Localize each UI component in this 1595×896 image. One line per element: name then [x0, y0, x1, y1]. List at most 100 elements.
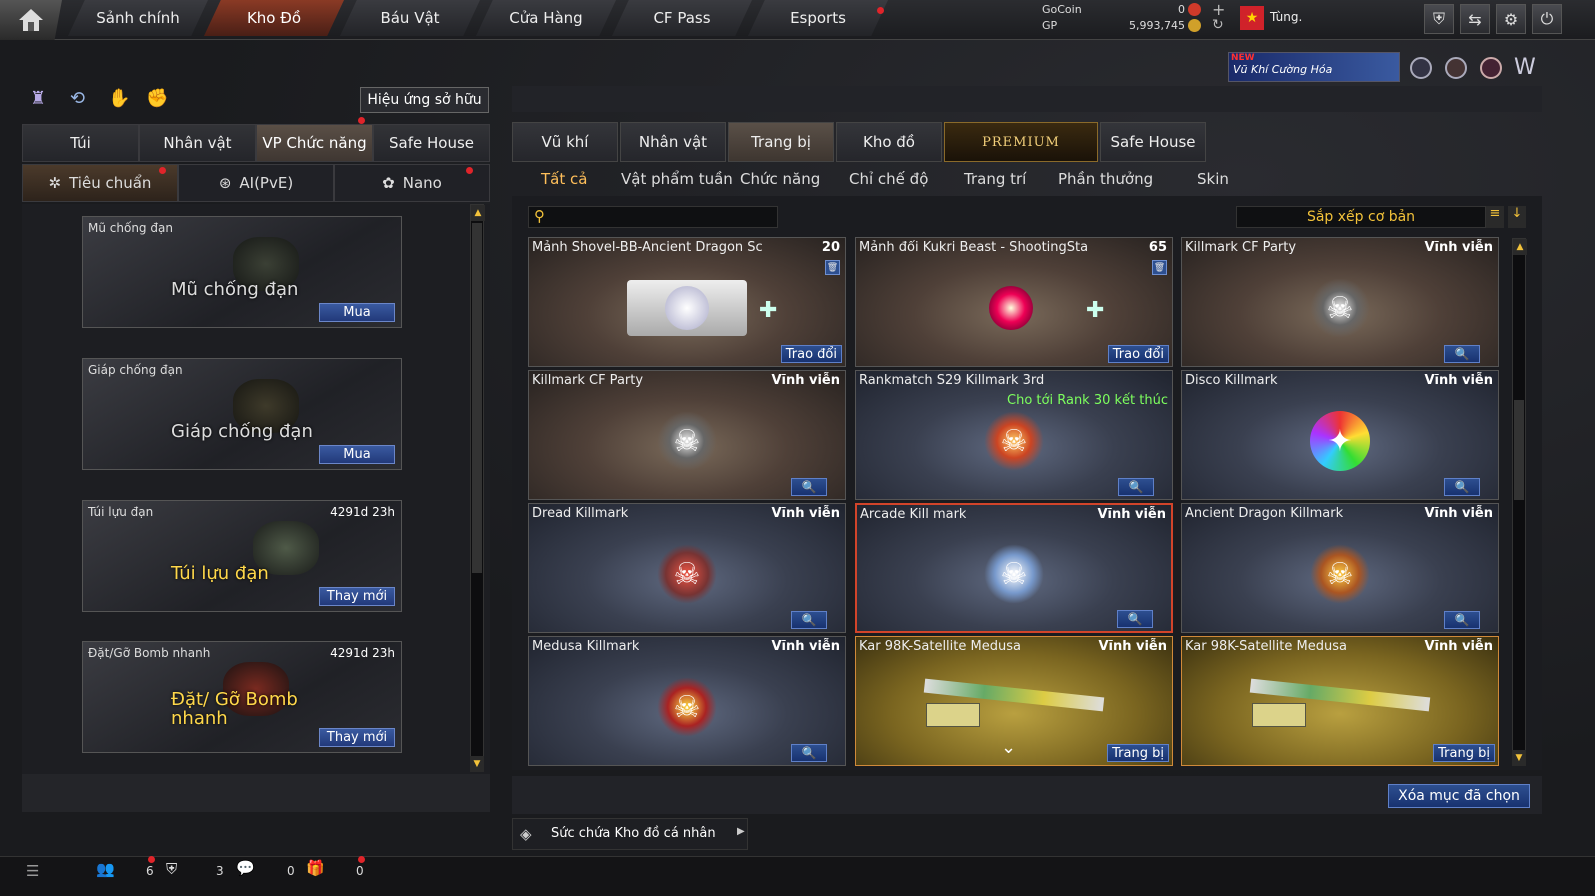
v-logo-icon[interactable]: W [1514, 55, 1536, 80]
clan-icon[interactable]: ⛨ [166, 860, 177, 878]
delete-selected-button[interactable]: Xóa mục đã chọn [1388, 784, 1530, 808]
gift-icon[interactable]: ♜ [30, 88, 46, 109]
nav-tab-treasure[interactable]: Báu Vật [340, 0, 480, 36]
item-card[interactable]: Medusa Killmark Vĩnh viễn ☠ 🔍 [528, 636, 846, 766]
item-card[interactable]: Kar 98K-Satellite Medusa Vĩnh viễn Trang… [1181, 636, 1499, 766]
search-input[interactable] [553, 208, 773, 226]
item-card[interactable]: Mảnh Shovel-BB-Ancient Dragon Sc 20 🗑 ✚ … [528, 237, 846, 367]
event-icon-1[interactable] [1410, 57, 1432, 79]
list-view-icon[interactable]: ≡ [1486, 206, 1504, 228]
scroll-down-icon[interactable]: ▼ [1512, 750, 1526, 766]
equip-button[interactable]: Trang bị [1433, 744, 1495, 762]
menu-icon[interactable]: ☰ [26, 862, 39, 880]
magnify-icon[interactable]: 🔍 [791, 744, 827, 762]
magnify-icon[interactable]: 🔍 [1117, 610, 1153, 628]
magnify-icon[interactable]: 🔍 [1444, 345, 1480, 363]
left-tab-bag[interactable]: Túi [22, 124, 139, 162]
filter-decor[interactable]: Trang trí [964, 170, 1026, 188]
left-tab-character[interactable]: Nhân vật [139, 124, 256, 162]
item-card[interactable]: Mảnh đổi Kukri Beast - ShootingSta 65 🗑 … [855, 237, 1173, 367]
tab-storage[interactable]: Kho đồ [836, 122, 942, 162]
magnify-icon[interactable]: 🔍 [791, 611, 827, 629]
scroll-thumb[interactable] [1514, 400, 1524, 500]
trash-icon[interactable]: 🗑 [1152, 260, 1167, 275]
friends-icon[interactable]: 👥 [96, 860, 115, 878]
exit-room-icon[interactable]: ⇆ [1460, 4, 1490, 34]
card-duration: Vĩnh viễn [1424, 506, 1493, 521]
home-button[interactable] [0, 0, 62, 40]
nav-tab-lobby[interactable]: Sảnh chính [68, 0, 208, 36]
item-card[interactable]: Killmark CF Party Vĩnh viễn ☠ 🔍 [528, 370, 846, 500]
item-card[interactable]: Killmark CF Party Vĩnh viễn ☠ 🔍 [1181, 237, 1499, 367]
equip-button[interactable]: Trang bị [1107, 744, 1169, 762]
nav-tab-shop[interactable]: Cửa Hàng [476, 0, 616, 36]
gear-icon[interactable]: ⚙ [1496, 4, 1526, 34]
subtab-standard[interactable]: ✲ Tiêu chuẩn [22, 164, 178, 202]
power-icon[interactable]: ⏻ [1532, 4, 1562, 34]
filter-weekly[interactable]: Vật phẩm tuần [621, 170, 733, 188]
item-card[interactable]: Dread Killmark Vĩnh viễn ☠ 🔍 [528, 503, 846, 633]
nav-tab-inventory[interactable]: Kho Đồ [204, 0, 344, 36]
alert-dot [358, 856, 365, 863]
tab-weapons[interactable]: Vũ khí [512, 122, 618, 162]
item-card[interactable]: Disco Killmark Vĩnh viễn ✦ 🔍 [1181, 370, 1499, 500]
magnify-icon[interactable]: 🔍 [1444, 478, 1480, 496]
renew-button[interactable]: Thay mới [319, 728, 395, 747]
item-card-helmet[interactable]: Mũ chống đạn Mũ chống đạn Mua [82, 216, 402, 328]
capacity-bar[interactable]: ◈ Sức chứa Kho đồ cá nhân ▶ [512, 818, 748, 850]
item-card-selected[interactable]: Arcade Kill mark Vĩnh viễn ☠ 🔍 [855, 503, 1173, 633]
magnify-icon[interactable]: 🔍 [1444, 611, 1480, 629]
promo-banner[interactable]: NEW Vũ Khí Cường Hóa [1228, 52, 1400, 82]
tab-character[interactable]: Nhân vật [620, 122, 726, 162]
event-icon-2[interactable] [1445, 57, 1467, 79]
item-card-armor[interactable]: Giáp chống đạn Giáp chống đạn Mua [82, 358, 402, 470]
refresh-icon[interactable]: ↻ [1212, 17, 1224, 33]
filter-function[interactable]: Chức năng [740, 170, 820, 188]
scroll-thumb[interactable] [472, 223, 482, 573]
scroll-down-icon[interactable]: ▼ [470, 756, 484, 772]
item-card-grenade-bag[interactable]: Túi lựu đạn 4291d 23h Túi lựu đạn Thay m… [82, 500, 402, 612]
filter-all[interactable]: Tất cả [541, 170, 587, 188]
left-tab-function[interactable]: VP Chức năng [256, 124, 373, 162]
glove-icon[interactable]: ✊ [146, 88, 168, 109]
item-card-bomb[interactable]: Đặt/Gỡ Bomb nhanh 4291d 23h Đặt/ Gỡ Bomb… [82, 641, 402, 753]
left-tab-safehouse[interactable]: Safe House [373, 124, 490, 162]
buy-button[interactable]: Mua [319, 445, 395, 464]
filter-mode[interactable]: Chỉ chế độ [849, 170, 928, 188]
filter-reward[interactable]: Phần thưởng [1058, 170, 1153, 188]
subtab-standard-label: Tiêu chuẩn [69, 174, 152, 192]
left-scrollbar[interactable]: ▲ [470, 204, 485, 772]
tab-equipment[interactable]: Trang bị [728, 122, 834, 162]
chat-icon[interactable]: 💬 [236, 859, 255, 877]
chevron-down-icon[interactable]: ⌄ [1001, 737, 1016, 758]
owned-effects-button[interactable]: Hiệu ứng sở hữu [360, 87, 489, 113]
renew-button[interactable]: Thay mới [319, 587, 395, 606]
character-icon[interactable]: ✋ [108, 88, 130, 109]
shield-icon[interactable]: ⛨ [1424, 4, 1454, 34]
trade-button[interactable]: Trao đổi [780, 345, 842, 363]
scroll-up-icon[interactable]: ▲ [471, 205, 485, 221]
tab-safehouse[interactable]: Safe House [1100, 122, 1206, 162]
search-box[interactable]: ⚲ [528, 206, 778, 228]
sort-order-icon[interactable]: ↓ [1508, 206, 1526, 228]
nav-tab-esports[interactable]: Esports [748, 0, 888, 36]
right-scrollbar[interactable]: ▲ [1512, 238, 1527, 766]
magnify-icon[interactable]: 🔍 [1118, 478, 1154, 496]
tab-premium[interactable]: PREMIUM [944, 122, 1098, 162]
item-card[interactable]: Ancient Dragon Killmark Vĩnh viễn ☠ 🔍 [1181, 503, 1499, 633]
filter-skin[interactable]: Skin [1197, 170, 1229, 188]
magnify-icon[interactable]: 🔍 [791, 478, 827, 496]
friends-count: 6 [146, 864, 154, 878]
history-icon[interactable]: ⟲ [70, 88, 85, 109]
gift-box-icon[interactable]: 🎁 [306, 859, 325, 877]
item-card[interactable]: Kar 98K-Satellite Medusa Vĩnh viễn ⌄ Tra… [855, 636, 1173, 766]
trash-icon[interactable]: 🗑 [825, 260, 840, 275]
item-card[interactable]: Rankmatch S29 Killmark 3rd Cho tới Rank … [855, 370, 1173, 500]
nav-tab-cfpass[interactable]: CF Pass [612, 0, 752, 36]
subtab-ai-pve[interactable]: ⊛ AI(PvE) [178, 164, 334, 202]
buy-button[interactable]: Mua [319, 303, 395, 322]
trade-button[interactable]: Trao đổi [1107, 345, 1169, 363]
event-icon-3[interactable] [1480, 57, 1502, 79]
scroll-up-icon[interactable]: ▲ [1513, 239, 1527, 255]
sort-dropdown[interactable]: Sắp xếp cơ bản [1236, 206, 1486, 228]
